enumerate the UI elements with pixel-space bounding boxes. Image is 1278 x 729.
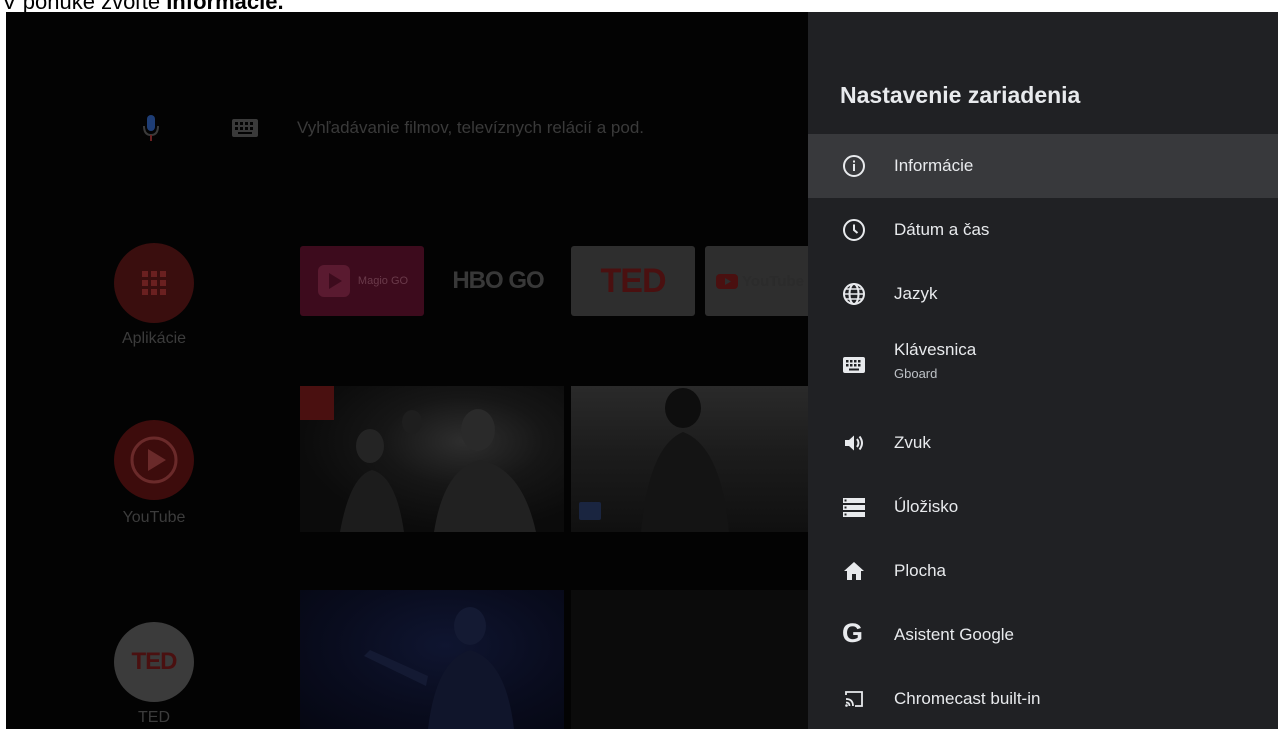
clock-icon (843, 219, 865, 241)
cast-icon (845, 691, 863, 707)
volume-icon (845, 435, 863, 451)
menu-item-sublabel: Gboard (894, 366, 938, 381)
apps-grid-icon (142, 271, 166, 295)
thumbnail-concert[interactable] (300, 386, 564, 532)
magio-play-icon (317, 265, 350, 297)
home-screen-background: Vyhľadávanie filmov, televíznych relácií… (6, 12, 808, 729)
youtube-tile-label: YouTube (122, 509, 186, 526)
globe-icon (843, 283, 865, 305)
storage-icon (843, 498, 865, 517)
channel-youtube[interactable]: YouTube (705, 246, 808, 316)
search-placeholder[interactable]: Vyhľadávanie filmov, televíznych relácií… (297, 118, 644, 138)
menu-item-label: Zvuk (894, 433, 931, 452)
menu-item-informacie[interactable]: Informácie (808, 134, 1278, 198)
play-icon (130, 436, 178, 484)
thumbnail-dark[interactable] (571, 590, 808, 729)
microphone-icon[interactable] (142, 113, 160, 143)
apps-tile[interactable] (114, 243, 194, 323)
channel-magio-go[interactable]: Magio GO (300, 246, 424, 316)
menu-item-chromecast[interactable]: Chromecast built-in (808, 667, 1278, 729)
menu-item-datum-a-cas[interactable]: Dátum a čas (808, 198, 1278, 262)
ted-tile-label: TED (138, 709, 170, 726)
menu-item-label: Plocha (894, 561, 946, 580)
menu-item-ulozisko[interactable]: Úložisko (808, 475, 1278, 539)
keyboard-search-icon[interactable] (232, 119, 258, 137)
menu-item-asistent-google[interactable]: G Asistent Google (808, 603, 1278, 667)
device-settings-panel: Nastavenie zariadenia Informácie Dátum a… (808, 12, 1278, 729)
menu-item-klavesnica[interactable]: Klávesnica Gboard (808, 326, 1278, 404)
menu-item-label: Klávesnica (894, 340, 977, 359)
menu-item-zvuk[interactable]: Zvuk (808, 411, 1278, 475)
runner-silhouette (579, 388, 729, 532)
menu-item-jazyk[interactable]: Jazyk (808, 262, 1278, 326)
concert-silhouettes (340, 409, 536, 532)
menu-item-label: Asistent Google (894, 625, 1015, 644)
tv-screen: Vyhľadávanie filmov, televíznych relácií… (6, 12, 1278, 729)
home-icon (844, 562, 864, 580)
google-icon: G (842, 618, 864, 648)
keyboard-icon (843, 357, 865, 373)
info-icon (843, 155, 865, 177)
youtube-logo-icon (716, 273, 739, 289)
apps-tile-label: Aplikácie (121, 330, 187, 347)
channel-hbo-go[interactable]: HBO GO (436, 246, 560, 316)
menu-item-plocha[interactable]: Plocha (808, 539, 1278, 603)
channel-youtube-label: YouTube (742, 272, 804, 290)
menu-item-label: Dátum a čas (894, 220, 990, 239)
menu-item-label: Jazyk (894, 284, 938, 303)
thumbnail-runner[interactable] (571, 386, 808, 532)
ted-tile[interactable]: TED (114, 622, 194, 702)
menu-item-label: Chromecast built-in (894, 689, 1041, 708)
youtube-tile[interactable] (114, 420, 194, 500)
thumbnail-speaker[interactable] (300, 590, 564, 729)
menu-item-label: Informácie (894, 156, 974, 175)
speaker-silhouette (364, 607, 514, 729)
menu-item-label: Úložisko (894, 497, 959, 516)
channel-ted[interactable]: TED (571, 246, 695, 316)
channel-magio-label: Magio GO (357, 275, 409, 287)
panel-title: Nastavenie zariadenia (840, 82, 1081, 108)
ted-logo: TED (131, 648, 178, 675)
